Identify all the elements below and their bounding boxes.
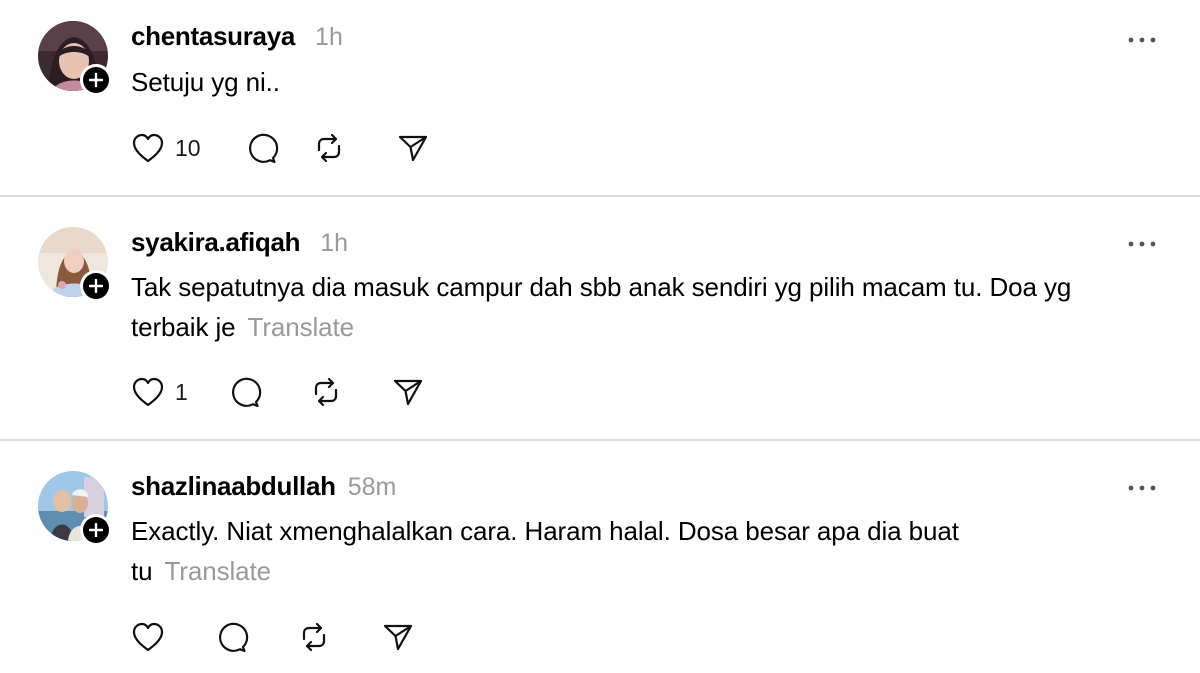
follow-button[interactable]	[80, 270, 112, 302]
post-header: syakira.afiqah 1h	[131, 227, 348, 258]
repost-button[interactable]	[297, 620, 331, 654]
repost-button[interactable]	[312, 131, 346, 165]
comment-icon	[215, 620, 249, 654]
post-text-line: Exactly. Niat xmenghalalkan cara. Haram …	[131, 516, 959, 546]
reply-button[interactable]	[245, 131, 279, 165]
share-button[interactable]	[391, 375, 425, 409]
repost-icon	[309, 375, 343, 409]
username[interactable]: syakira.afiqah	[131, 227, 301, 258]
follow-button[interactable]	[80, 514, 112, 546]
comment-icon	[245, 131, 279, 165]
share-button[interactable]	[381, 620, 415, 654]
send-icon	[391, 375, 425, 409]
translate-link[interactable]: Translate	[248, 312, 355, 342]
follow-plus-icon	[83, 273, 109, 299]
send-icon	[381, 620, 415, 654]
repost-button[interactable]	[309, 375, 343, 409]
timestamp[interactable]: 58m	[348, 473, 397, 502]
action-bar: 10	[131, 131, 430, 165]
comment-icon	[228, 375, 262, 409]
more-options-icon[interactable]	[1127, 480, 1157, 491]
post-header: shazlinaabdullah 58m	[131, 471, 396, 502]
heart-icon	[131, 621, 165, 653]
like-count: 10	[175, 134, 201, 161]
replies-feed: chentasuraya 1h Setuju yg ni.. 10 syakir…	[0, 0, 1200, 673]
share-button[interactable]	[396, 131, 430, 165]
divider	[0, 195, 1200, 197]
post-text-line: Tak sepatutnya dia masuk campur dah sbb …	[131, 272, 1072, 302]
avatar-wrap[interactable]	[38, 471, 112, 546]
post-text: Setuju yg ni..	[131, 62, 1171, 102]
more-options-icon[interactable]	[1127, 236, 1157, 247]
heart-icon	[131, 132, 165, 164]
divider	[0, 439, 1200, 441]
post-header: chentasuraya 1h	[131, 21, 343, 52]
reply-button[interactable]	[228, 375, 262, 409]
post-text-line: terbaik je	[131, 312, 236, 342]
like-count: 1	[175, 378, 188, 405]
follow-plus-icon	[83, 517, 109, 543]
like-button[interactable]: 1	[131, 375, 188, 409]
timestamp[interactable]: 1h	[320, 229, 348, 258]
post-text-line: tu	[131, 556, 153, 586]
avatar-wrap[interactable]	[38, 227, 112, 302]
repost-icon	[297, 620, 331, 654]
post-text-line: Setuju yg ni..	[131, 67, 280, 97]
action-bar: 1	[131, 375, 425, 409]
follow-plus-icon	[83, 67, 109, 93]
follow-button[interactable]	[80, 64, 112, 96]
post-text: Exactly. Niat xmenghalalkan cara. Haram …	[131, 511, 1171, 591]
avatar-wrap[interactable]	[38, 21, 112, 96]
repost-icon	[312, 131, 346, 165]
reply-button[interactable]	[215, 620, 249, 654]
more-options-icon[interactable]	[1127, 32, 1157, 43]
heart-icon	[131, 376, 165, 408]
timestamp[interactable]: 1h	[315, 23, 343, 52]
like-button[interactable]	[131, 620, 165, 654]
translate-link[interactable]: Translate	[164, 556, 271, 586]
username[interactable]: chentasuraya	[131, 21, 295, 52]
action-bar	[131, 620, 415, 654]
like-button[interactable]: 10	[131, 131, 201, 165]
post-text: Tak sepatutnya dia masuk campur dah sbb …	[131, 267, 1171, 347]
send-icon	[396, 131, 430, 165]
username[interactable]: shazlinaabdullah	[131, 471, 336, 502]
